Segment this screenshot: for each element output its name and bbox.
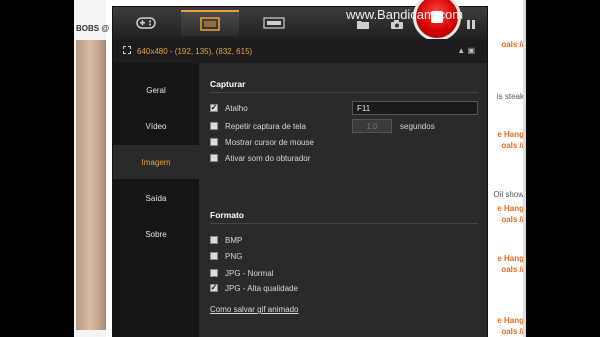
- format-option-label: BMP: [225, 235, 243, 245]
- screen-mode-button[interactable]: [181, 10, 239, 36]
- format-option-label: JPG - Alta qualidade: [225, 283, 298, 293]
- background-link[interactable]: e Hang: [497, 254, 524, 263]
- shutter-checkbox[interactable]: [210, 154, 218, 162]
- letterbox-left: [0, 0, 74, 337]
- collapse-icon[interactable]: ▲: [457, 46, 465, 55]
- capture-resolution-text: 640x480 - (192, 135), (832, 615): [137, 47, 253, 56]
- window-icon[interactable]: ▣: [467, 46, 475, 55]
- format-option-png: PNG: [210, 250, 242, 262]
- format-option-jpg-normal: JPG - Normal: [210, 267, 273, 279]
- format-section-title: Formato: [210, 210, 244, 220]
- png-checkbox[interactable]: [210, 252, 218, 260]
- repeat-label: Repetir captura de tela: [225, 121, 306, 131]
- background-text: Oil show: [493, 190, 524, 199]
- background-photo: [76, 40, 106, 330]
- background-link[interactable]: oals //: [501, 327, 524, 336]
- section-divider: [210, 223, 478, 224]
- background-link[interactable]: e Hang: [497, 130, 524, 139]
- section-divider: [210, 92, 478, 93]
- background-link[interactable]: e Hang: [497, 204, 524, 213]
- settings-sidebar: Geral Vídeo Imagem Saída Sobre: [113, 63, 199, 337]
- sidebar-item-imagem[interactable]: Imagem: [113, 145, 199, 179]
- jpg-high-checkbox[interactable]: ✓: [210, 284, 218, 292]
- cursor-checkbox[interactable]: [210, 138, 218, 146]
- capture-area-icon: [123, 46, 131, 54]
- format-option-bmp: BMP: [210, 234, 242, 246]
- cursor-label: Mostrar cursor de mouse: [225, 137, 314, 147]
- background-link[interactable]: oals //: [501, 141, 524, 150]
- repeat-interval-field[interactable]: 1.0: [352, 119, 392, 133]
- hdmi-icon: [263, 17, 285, 29]
- hdmi-mode-button[interactable]: [245, 10, 303, 36]
- sidebar-item-geral[interactable]: Geral: [113, 73, 199, 107]
- image-settings-content: Capturar ✓ Atalho F11 Repetir captura de…: [199, 63, 487, 337]
- sidebar-item-label: Saída: [145, 193, 167, 203]
- capture-info-bar: 640x480 - (192, 135), (832, 615) ▲ ▣: [113, 39, 487, 64]
- bmp-checkbox[interactable]: [210, 236, 218, 244]
- hotkey-checkbox[interactable]: ✓: [210, 104, 218, 112]
- background-link[interactable]: e Hang: [497, 316, 524, 325]
- pause-icon: [467, 19, 475, 29]
- capture-section-title: Capturar: [210, 79, 246, 89]
- sidebar-item-video[interactable]: Vídeo: [113, 109, 199, 143]
- background-link[interactable]: oals //: [501, 40, 524, 49]
- background-right-column: oals // is steak e Hang oals // Oil show…: [486, 0, 526, 337]
- bandicam-watermark: www.Bandicam.com: [346, 7, 464, 22]
- sidebar-item-label: Geral: [146, 85, 166, 95]
- hotkey-row: ✓ Atalho: [210, 102, 248, 114]
- background-scrollbar[interactable]: [523, 0, 526, 337]
- format-option-jpg-high: ✓ JPG - Alta qualidade: [210, 282, 298, 294]
- toolbar: www.Bandicam.com: [113, 0, 487, 41]
- format-option-label: PNG: [225, 251, 243, 261]
- background-bobs-label: BOBS @: [76, 24, 110, 33]
- sidebar-item-label: Sobre: [145, 229, 167, 239]
- sidebar-item-label: Imagem: [141, 157, 171, 167]
- jpg-normal-checkbox[interactable]: [210, 269, 218, 277]
- gamepad-icon: [136, 17, 156, 29]
- repeat-unit-label: segundos: [400, 122, 435, 131]
- gif-help-link[interactable]: Como salvar gif animado: [210, 305, 298, 314]
- game-mode-button[interactable]: [117, 10, 175, 36]
- sidebar-item-saida[interactable]: Saída: [113, 181, 199, 215]
- letterbox-right: [526, 0, 600, 337]
- bandicam-window: www.Bandicam.com 640x480 - (192, 135), (…: [112, 0, 488, 337]
- background-link[interactable]: oals //: [501, 215, 524, 224]
- window-controls: ▲ ▣: [457, 46, 475, 55]
- sidebar-item-sobre[interactable]: Sobre: [113, 217, 199, 251]
- hotkey-field[interactable]: F11: [352, 101, 478, 115]
- repeat-checkbox[interactable]: [210, 122, 218, 130]
- repeat-row: Repetir captura de tela: [210, 120, 306, 132]
- screen-rectangle-icon: [200, 17, 220, 31]
- cursor-row: Mostrar cursor de mouse: [210, 136, 314, 148]
- background-link[interactable]: oals //: [501, 265, 524, 274]
- shutter-label: Ativar som do obturador: [225, 153, 311, 163]
- shutter-row: Ativar som do obturador: [210, 152, 310, 164]
- hotkey-label: Atalho: [225, 103, 248, 113]
- sidebar-item-label: Vídeo: [145, 121, 167, 131]
- background-text: is steak: [496, 92, 524, 101]
- format-option-label: JPG - Normal: [225, 268, 274, 278]
